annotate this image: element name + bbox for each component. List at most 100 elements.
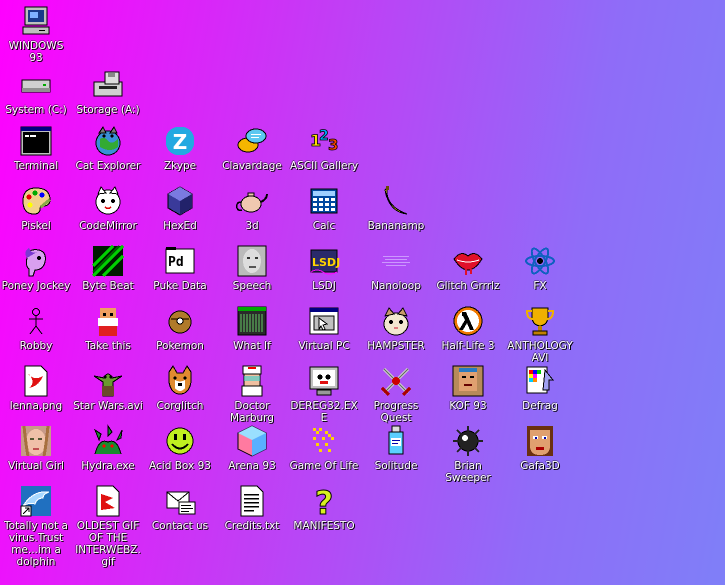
desktop-icon-label: Virtual Girl [8,460,64,472]
window-app-icon [307,304,341,338]
desktop-icon-what-if[interactable]: What If [217,304,287,352]
arena-cube-icon [235,424,269,458]
desktop-icon-kof-93[interactable]: KOF 93 [433,364,503,412]
desktop-icon-system-c[interactable]: System (C:) [1,68,71,116]
desktop-icon-puke-data[interactable]: Pd Puke Data [145,244,215,292]
desktop-icon-pokemon[interactable]: Pokemon [145,304,215,352]
desktop-icon-terminal[interactable]: Terminal [1,124,71,172]
desktop-icon-label: KOF 93 [449,400,487,412]
desktop-icon-clavardage[interactable]: Clavardage [217,124,287,172]
desktop-icon-label: Game Of Life [289,460,359,472]
desktop-icon-bananamp[interactable]: Bananamp [361,184,431,232]
desktop-icon-label: ASCII Gallery [289,160,359,172]
cube-icon [163,184,197,218]
desktop-icon-credits-txt[interactable]: Credits.txt [217,484,287,532]
desktop-icon-label: Pokemon [156,340,204,352]
calculator-icon [307,184,341,218]
desktop-icon-ascii-gallery[interactable]: 1 2 3 ASCII Gallery [289,124,359,172]
desktop-icon-3d[interactable]: 3d [217,184,287,232]
desktop-icon-codemirror[interactable]: CodeMirror [73,184,143,232]
desktop-icon-label: CodeMirror [79,220,137,232]
desktop-icon-gafa3d[interactable]: Gafa3D [505,424,575,472]
desktop-icon-poney-jockey[interactable]: Poney Jockey [1,244,71,292]
crossed-swords-icon [379,364,413,398]
desktop-icon-anthology-avi[interactable]: ANTHOLOGY AVI [505,304,575,364]
terminal-icon [19,124,53,158]
desktop-icon-solitude[interactable]: Solitude [361,424,431,472]
svg-text:LSDJ: LSDJ [312,256,340,269]
text-file-icon [235,484,269,518]
desktop-icon-manifesto[interactable]: ? MANIFESTO [289,484,359,532]
question-mark-icon: ? [307,484,341,518]
desktop: WINDOWS 93 System (C:) Storage (A:) Termina… [0,0,725,585]
chat-bubbles-icon [235,124,269,158]
desktop-icon-lenna-png[interactable]: lenna.png [1,364,71,412]
desktop-icon-arena-93[interactable]: Arena 93 [217,424,287,472]
dolphin-shortcut-icon [19,484,53,518]
desktop-icon-hydra-exe[interactable]: Hydra.exe [73,424,143,472]
desktop-icon-fx[interactable]: FX [505,244,575,292]
desktop-icon-acid-box-93[interactable]: Acid Box 93 [145,424,215,472]
desktop-icon-nanoloop[interactable]: Nanoloop [361,244,431,292]
desktop-icon-doctor-marburg[interactable]: Doctor Marburg [217,364,287,424]
hydra-icon [91,424,125,458]
desktop-icon-defrag[interactable]: Defrag [505,364,575,412]
desktop-icon-oldest-gif[interactable]: OLDEST GIF OF THE INTERWEBZ.gif [73,484,143,568]
desktop-icon-star-wars-avi[interactable]: Star Wars.avi [73,364,143,412]
svg-text:3: 3 [328,136,338,154]
desktop-icon-label: Contact us [151,520,209,532]
desktop-icon-label: Robby [19,340,53,352]
lsdj-icon: LSDJ [307,244,341,278]
desktop-icon-label: Take this [85,340,131,352]
gif-file-icon [91,484,125,518]
desktop-icon-hexed[interactable]: HexEd [145,184,215,232]
lips-icon [451,244,485,278]
cat-face-icon [91,184,125,218]
mine-icon [451,424,485,458]
desktop-icon-zkype[interactable]: Z Zkype [145,124,215,172]
byte-beat-icon [91,244,125,278]
desktop-icon-label: Bananamp [367,220,425,232]
old-man-icon [91,304,125,338]
desktop-icon-label: WINDOWS 93 [8,40,64,64]
desktop-icon-dolphin[interactable]: Totally not a virus.Trust me...im a dolp… [1,484,71,568]
hamster-icon [379,304,413,338]
desktop-icon-label: lenna.png [9,400,63,412]
desktop-icon-virtual-pc[interactable]: Virtual PC [289,304,359,352]
desktop-icon-piskel[interactable]: Piskel [1,184,71,232]
pokeball-icon [163,304,197,338]
desktop-icon-label: Puke Data [153,280,207,292]
desktop-icon-hampster[interactable]: HAMPSTER [361,304,431,352]
desktop-icon-lsdj[interactable]: LSDJ LSDJ [289,244,359,292]
desktop-icon-brian-sweeper[interactable]: Brian Sweeper [433,424,503,484]
desktop-icon-label: MANIFESTO [293,520,355,532]
desktop-icon-contact-us[interactable]: Contact us [145,484,215,532]
desktop-icon-progress-quest[interactable]: Progress Quest [361,364,431,424]
desktop-icon-label: HAMPSTER [367,340,425,352]
desktop-icon-windows93[interactable]: WINDOWS 93 [1,4,71,64]
desktop-icon-label: Byte Beat [82,280,134,292]
nanoloop-icon [379,244,413,278]
desktop-icon-byte-beat[interactable]: Byte Beat [73,244,143,292]
desktop-icon-label: Clavardage [222,160,282,172]
desktop-icon-glitch-grrrlz[interactable]: Glitch Grrrlz [433,244,503,292]
desktop-icon-game-of-life[interactable]: Game Of Life [289,424,359,472]
desktop-icon-virtual-girl[interactable]: Virtual Girl [1,424,71,472]
pd-icon: Pd [163,244,197,278]
desktop-icon-robby[interactable]: Robby [1,304,71,352]
desktop-icon-storage-a[interactable]: Storage (A:) [73,68,143,116]
desktop-icon-cat-explorer[interactable]: Cat Explorer [73,124,143,172]
numbers-123-icon: 123 [307,124,341,158]
desktop-icon-label: Zkype [163,160,197,172]
desktop-icon-speech[interactable]: Speech [217,244,287,292]
desktop-icon-take-this[interactable]: Take this [73,304,143,352]
desktop-icon-label: Brian Sweeper [445,460,491,484]
desktop-icon-dereg32-exe[interactable]: DEREG32.EXE [289,364,359,424]
desktop-icon-label: Gafa3D [520,460,560,472]
desktop-icon-calc[interactable]: Calc [289,184,359,232]
desktop-icon-half-life-3[interactable]: Half-Life 3 [433,304,503,352]
floppy-drive-icon [91,68,125,102]
smiley-icon [163,424,197,458]
desktop-icon-corglitch[interactable]: Corglitch [145,364,215,412]
desktop-icon-label: Star Wars.avi [73,400,143,412]
